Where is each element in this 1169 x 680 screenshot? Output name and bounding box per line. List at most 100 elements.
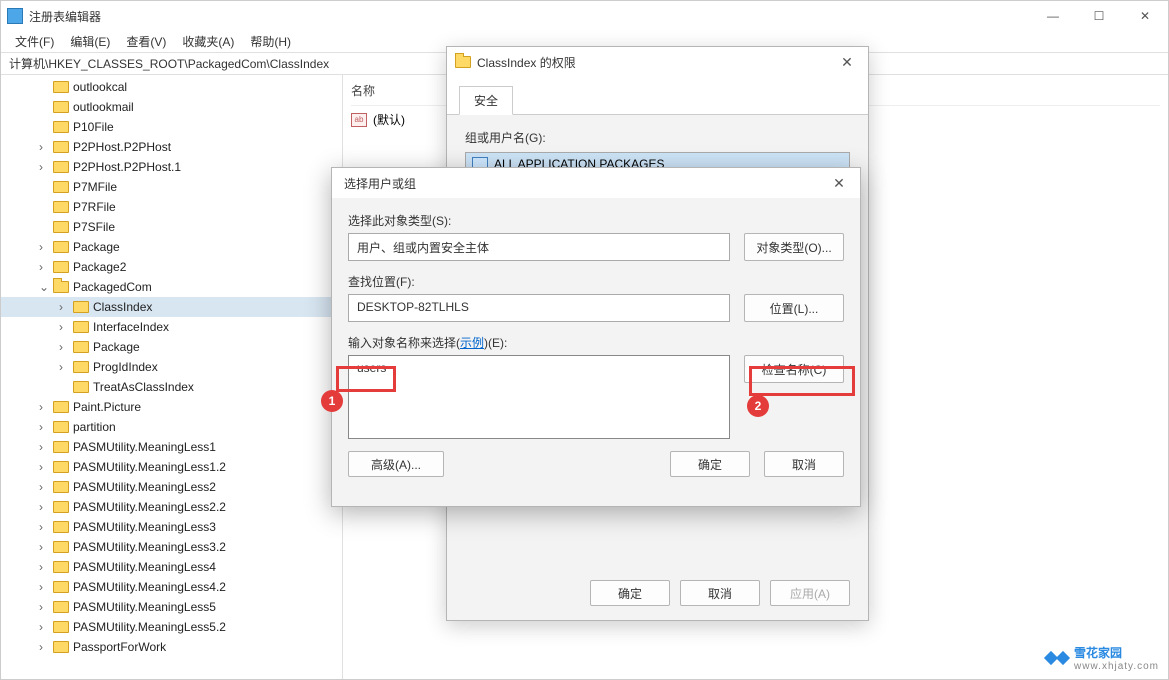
locations-button[interactable]: 位置(L)... [744,294,844,322]
folder-icon [73,381,89,393]
tree-item-label: PASMUtility.MeaningLess1 [73,440,216,454]
chevron-icon[interactable]: › [59,320,71,334]
tree-item[interactable]: ›PASMUtility.MeaningLess3 [1,517,342,537]
folder-icon [53,421,69,433]
tree-item[interactable]: ›partition [1,417,342,437]
cancel-button[interactable]: 取消 [764,451,844,477]
tab-security[interactable]: 安全 [459,86,513,115]
tree-item[interactable]: › Package2 [1,257,342,277]
folder-icon [53,201,69,213]
close-icon[interactable]: ✕ [834,54,860,71]
tree-item[interactable]: ›PassportForWork [1,637,342,657]
tree-item-label: PASMUtility.MeaningLess1.2 [73,460,226,474]
tree-item[interactable]: ›ClassIndex [1,297,342,317]
folder-icon [53,641,69,653]
tree-item[interactable]: › ProgIdIndex [1,357,342,377]
chevron-icon[interactable]: › [39,500,51,514]
menu-help[interactable]: 帮助(H) [242,33,299,50]
chevron-icon[interactable]: › [39,480,51,494]
chevron-icon[interactable]: › [39,160,51,174]
object-type-value: 用户、组或内置安全主体 [348,233,730,261]
chevron-icon[interactable]: › [59,300,71,314]
folder-icon [73,361,89,373]
chevron-icon[interactable]: › [59,360,71,374]
chevron-icon[interactable]: › [39,620,51,634]
tree-item-label: P10File [73,120,114,134]
tree-item-label: PASMUtility.MeaningLess4.2 [73,580,226,594]
tab-strip: 安全 [447,77,868,115]
folder-icon [53,81,69,93]
tree-view[interactable]: outlookcal outlookmail P10File › P2PHost.P2P… [1,75,343,679]
folder-icon [53,501,69,513]
tree-item-label: Paint.Picture [73,400,141,414]
chevron-icon[interactable]: › [39,580,51,594]
ok-button[interactable]: 确定 [590,580,670,606]
tree-item[interactable]: P7SFile [1,217,342,237]
tree-item[interactable]: › InterfaceIndex [1,317,342,337]
folder-icon [53,161,69,173]
tree-item[interactable]: › PASMUtility.MeaningLess1.2 [1,457,342,477]
tree-item[interactable]: ›PASMUtility.MeaningLess2 [1,477,342,497]
tree-item[interactable]: › P2PHost.P2PHost.1 [1,157,342,177]
menu-file[interactable]: 文件(F) [7,33,62,50]
tree-item[interactable]: › PASMUtility.MeaningLess4.2 [1,577,342,597]
ok-button[interactable]: 确定 [670,451,750,477]
tree-item-label: outlookmail [73,100,134,114]
tree-item[interactable]: › PASMUtility.MeaningLess1 [1,437,342,457]
object-types-button[interactable]: 对象类型(O)... [744,233,844,261]
tree-item[interactable]: P7RFile [1,197,342,217]
close-icon[interactable]: ✕ [826,175,852,192]
tree-item[interactable]: › Package [1,237,342,257]
menu-view[interactable]: 查看(V) [118,33,174,50]
menu-favorites[interactable]: 收藏夹(A) [174,33,242,50]
tree-item[interactable]: ›PASMUtility.MeaningLess5 [1,597,342,617]
chevron-icon[interactable]: › [39,540,51,554]
maximize-button[interactable]: ☐ [1076,1,1122,31]
tree-item[interactable]: outlookcal [1,77,342,97]
tree-item[interactable]: ›Package [1,337,342,357]
chevron-icon[interactable]: › [39,640,51,654]
tree-item[interactable]: ›PASMUtility.MeaningLess4 [1,557,342,577]
chevron-icon[interactable]: › [39,560,51,574]
cancel-button[interactable]: 取消 [680,580,760,606]
value-name: (默认) [373,111,405,128]
close-button[interactable]: ✕ [1122,1,1168,31]
tree-item[interactable]: TreatAsClassIndex [1,377,342,397]
folder-icon [53,441,69,453]
location-value: DESKTOP-82TLHLS [348,294,730,322]
tree-item[interactable]: P10File [1,117,342,137]
object-name-input[interactable]: users [348,355,730,439]
chevron-icon[interactable]: ⌄ [39,280,51,294]
chevron-icon[interactable]: › [39,140,51,154]
chevron-icon[interactable]: › [39,260,51,274]
tree-item[interactable]: ›PASMUtility.MeaningLess2.2 [1,497,342,517]
tree-item[interactable]: ⌄PackagedCom [1,277,342,297]
tree-item[interactable]: › Paint.Picture [1,397,342,417]
tree-item[interactable]: ›PASMUtility.MeaningLess5.2 [1,617,342,637]
chevron-icon[interactable]: › [39,440,51,454]
advanced-button[interactable]: 高级(A)... [348,451,444,477]
tree-item[interactable]: › P2PHost.P2PHost [1,137,342,157]
tree-item-label: P2PHost.P2PHost.1 [73,160,181,174]
chevron-icon[interactable]: › [39,400,51,414]
apply-button[interactable]: 应用(A) [770,580,850,606]
tree-item[interactable]: P7MFile [1,177,342,197]
chevron-icon[interactable]: › [39,420,51,434]
tree-item[interactable]: outlookmail [1,97,342,117]
chevron-icon[interactable]: › [39,460,51,474]
tree-item-label: Package2 [73,260,126,274]
chevron-icon[interactable]: › [39,600,51,614]
chevron-icon[interactable]: › [59,340,71,354]
chevron-icon[interactable]: › [39,240,51,254]
minimize-button[interactable]: — [1030,1,1076,31]
tree-item-label: InterfaceIndex [93,320,169,334]
tree-item-label: ProgIdIndex [93,360,158,374]
tree-item-label: Package [73,240,120,254]
check-names-button[interactable]: 检查名称(C) [744,355,844,383]
menu-edit[interactable]: 编辑(E) [62,33,118,50]
dialog-title: 选择用户或组 [340,175,826,192]
tree-item-label: P2PHost.P2PHost [73,140,171,154]
tree-item[interactable]: ›PASMUtility.MeaningLess3.2 [1,537,342,557]
chevron-icon[interactable]: › [39,520,51,534]
example-link[interactable]: 示例 [460,336,484,350]
